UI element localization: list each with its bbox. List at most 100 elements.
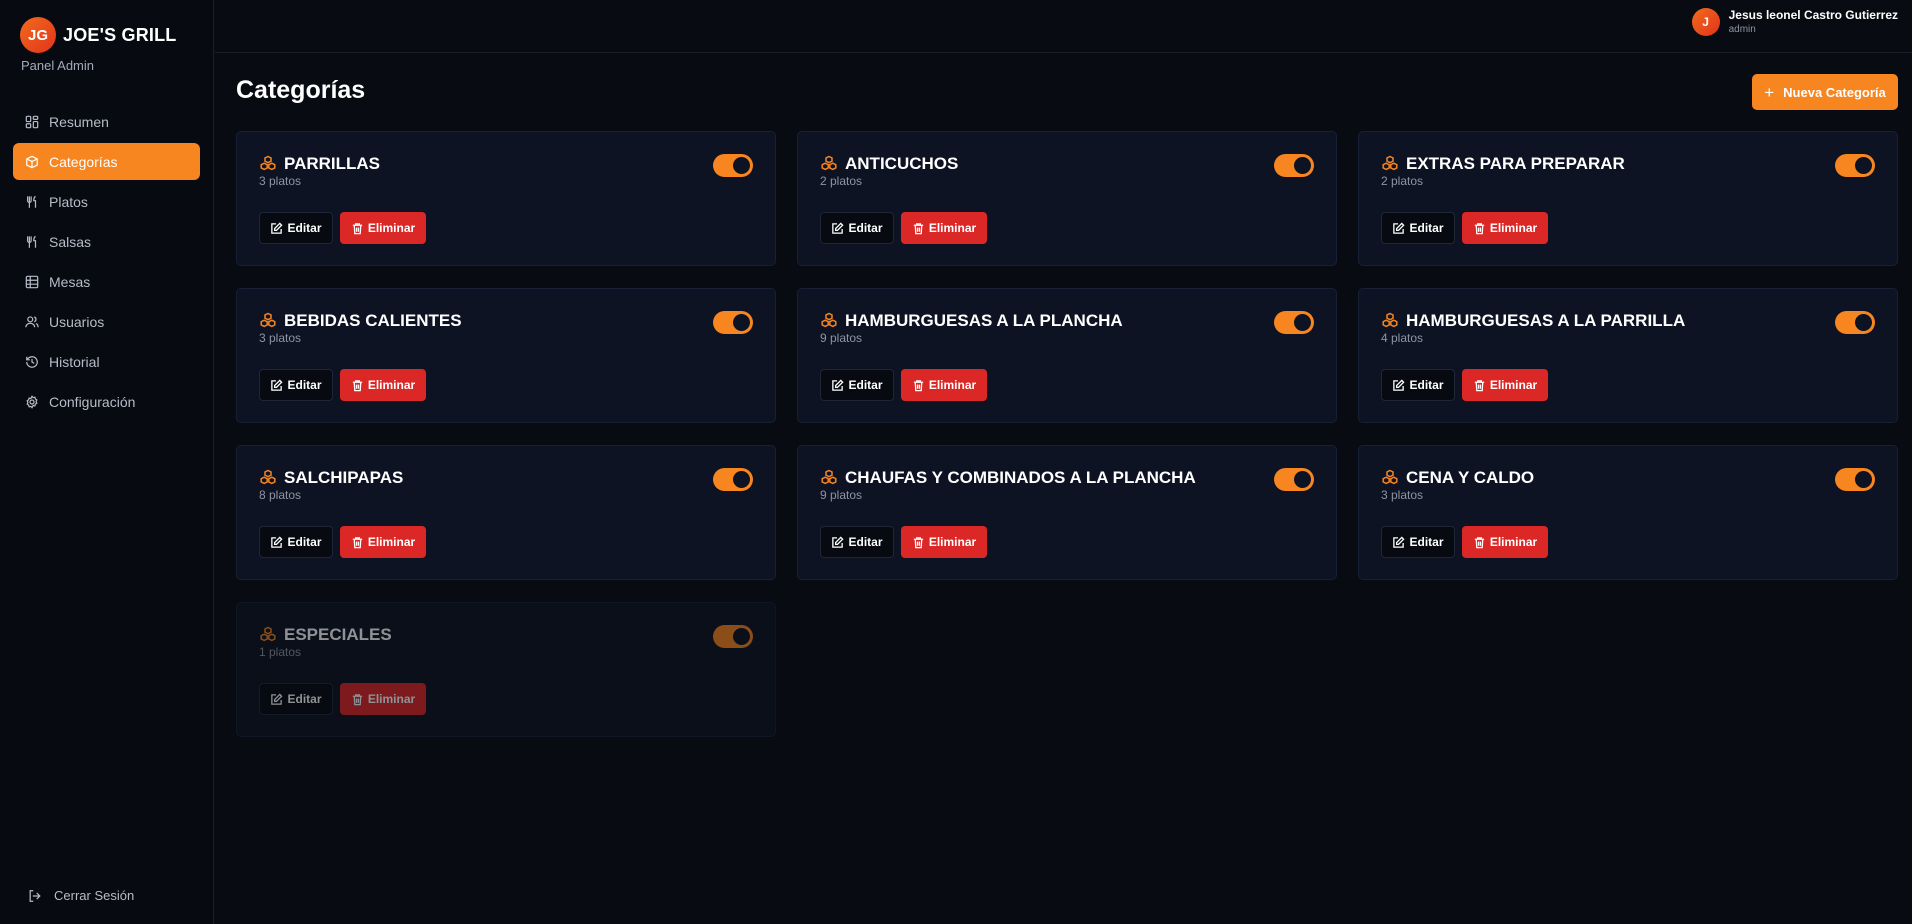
sidebar-item-label: Resumen bbox=[49, 113, 109, 130]
category-toggle[interactable] bbox=[1274, 468, 1314, 491]
sidebar-item-historial[interactable]: Historial bbox=[13, 343, 200, 380]
edit-icon bbox=[271, 535, 284, 548]
topbar: J Jesus leonel Castro Gutierrez admin bbox=[215, 0, 1912, 53]
card-header: EXTRAS PARA PREPARAR bbox=[1381, 154, 1625, 174]
sidebar-item-usuarios[interactable]: Usuarios bbox=[13, 303, 200, 340]
trash-icon bbox=[913, 379, 923, 391]
category-count: 9 platos bbox=[820, 331, 863, 345]
delete-button[interactable]: Eliminar bbox=[340, 683, 426, 715]
category-card: CENA Y CALDO 3 platos Editar Eliminar bbox=[1358, 445, 1898, 580]
plus-icon: + bbox=[1764, 82, 1775, 102]
category-name: EXTRAS PARA PREPARAR bbox=[1406, 154, 1625, 173]
card-header: CENA Y CALDO bbox=[1381, 468, 1534, 488]
edit-label: Editar bbox=[848, 378, 883, 392]
category-toggle[interactable] bbox=[1274, 311, 1314, 334]
delete-label: Eliminar bbox=[1489, 535, 1538, 549]
edit-label: Editar bbox=[848, 535, 883, 549]
sidebar-item-categorias[interactable]: Categorías bbox=[13, 143, 200, 180]
edit-icon bbox=[1393, 221, 1406, 234]
category-count: 3 platos bbox=[259, 174, 302, 188]
delete-button[interactable]: Eliminar bbox=[1462, 212, 1548, 244]
sidebar-item-label: Salsas bbox=[49, 233, 92, 250]
trash-icon bbox=[1474, 379, 1484, 391]
category-toggle[interactable] bbox=[1274, 154, 1314, 177]
edit-button[interactable]: Editar bbox=[820, 526, 894, 558]
delete-button[interactable]: Eliminar bbox=[340, 526, 426, 558]
edit-button[interactable]: Editar bbox=[259, 683, 333, 715]
category-card: HAMBURGUESAS A LA PLANCHA 9 platos Edita… bbox=[797, 288, 1337, 423]
edit-label: Editar bbox=[848, 221, 883, 235]
page-title: Categorías bbox=[236, 76, 366, 104]
sidebar-item-label: Categorías bbox=[49, 153, 118, 170]
sidebar-item-label: Usuarios bbox=[49, 313, 105, 330]
card-actions: Editar Eliminar bbox=[820, 369, 987, 401]
edit-button[interactable]: Editar bbox=[1381, 526, 1455, 558]
category-name: ESPECIALES bbox=[284, 625, 392, 644]
boxes-icon bbox=[821, 469, 837, 485]
delete-button[interactable]: Eliminar bbox=[1462, 369, 1548, 401]
edit-button[interactable]: Editar bbox=[259, 212, 333, 244]
boxes-icon bbox=[1382, 155, 1398, 171]
delete-button[interactable]: Eliminar bbox=[901, 526, 987, 558]
edit-button[interactable]: Editar bbox=[1381, 212, 1455, 244]
edit-button[interactable]: Editar bbox=[820, 369, 894, 401]
box-icon bbox=[25, 155, 39, 169]
card-actions: Editar Eliminar bbox=[1381, 212, 1548, 244]
card-actions: Editar Eliminar bbox=[259, 212, 426, 244]
trash-icon bbox=[1474, 222, 1484, 234]
edit-label: Editar bbox=[1409, 221, 1444, 235]
card-header: ESPECIALES bbox=[259, 625, 392, 645]
new-category-label: Nueva Categoría bbox=[1783, 84, 1886, 100]
edit-label: Editar bbox=[287, 221, 322, 235]
sidebar-item-configuracion[interactable]: Configuración bbox=[13, 383, 200, 420]
delete-button[interactable]: Eliminar bbox=[340, 369, 426, 401]
boxes-icon bbox=[260, 155, 276, 171]
category-toggle[interactable] bbox=[713, 154, 753, 177]
category-toggle[interactable] bbox=[713, 625, 753, 648]
delete-label: Eliminar bbox=[1489, 221, 1538, 235]
sidebar-item-platos[interactable]: Platos bbox=[13, 183, 200, 220]
user-menu[interactable]: J Jesus leonel Castro Gutierrez admin bbox=[1691, 8, 1898, 36]
edit-icon bbox=[271, 378, 284, 391]
brand[interactable]: JG JOE'S GRILL bbox=[20, 17, 177, 53]
sidebar-item-label: Configuración bbox=[49, 393, 136, 410]
category-count: 8 platos bbox=[259, 488, 302, 502]
utensils-icon bbox=[25, 235, 39, 249]
edit-button[interactable]: Editar bbox=[1381, 369, 1455, 401]
delete-button[interactable]: Eliminar bbox=[340, 212, 426, 244]
delete-label: Eliminar bbox=[367, 535, 416, 549]
category-toggle[interactable] bbox=[713, 468, 753, 491]
card-header: BEBIDAS CALIENTES bbox=[259, 311, 462, 331]
card-header: PARRILLAS bbox=[259, 154, 380, 174]
delete-label: Eliminar bbox=[1489, 378, 1538, 392]
edit-label: Editar bbox=[287, 378, 322, 392]
category-count: 2 platos bbox=[820, 174, 863, 188]
utensils-icon bbox=[25, 195, 39, 209]
edit-label: Editar bbox=[287, 535, 322, 549]
edit-button[interactable]: Editar bbox=[259, 526, 333, 558]
sidebar-item-resumen[interactable]: Resumen bbox=[13, 103, 200, 140]
category-toggle[interactable] bbox=[1835, 154, 1875, 177]
edit-button[interactable]: Editar bbox=[259, 369, 333, 401]
trash-icon bbox=[1474, 536, 1484, 548]
edit-icon bbox=[832, 221, 845, 234]
edit-button[interactable]: Editar bbox=[820, 212, 894, 244]
card-header: HAMBURGUESAS A LA PLANCHA bbox=[820, 311, 1123, 331]
sidebar-item-salsas[interactable]: Salsas bbox=[13, 223, 200, 260]
category-name: HAMBURGUESAS A LA PARRILLA bbox=[1406, 311, 1686, 330]
category-toggle[interactable] bbox=[1835, 311, 1875, 334]
category-count: 3 platos bbox=[259, 331, 302, 345]
category-name: SALCHIPAPAS bbox=[284, 468, 404, 487]
new-category-button[interactable]: + Nueva Categoría bbox=[1752, 74, 1898, 110]
category-toggle[interactable] bbox=[713, 311, 753, 334]
sidebar-item-mesas[interactable]: Mesas bbox=[13, 263, 200, 300]
delete-button[interactable]: Eliminar bbox=[901, 369, 987, 401]
sidebar-item-label: Platos bbox=[49, 193, 88, 210]
category-toggle[interactable] bbox=[1835, 468, 1875, 491]
delete-button[interactable]: Eliminar bbox=[1462, 526, 1548, 558]
card-actions: Editar Eliminar bbox=[820, 526, 987, 558]
card-actions: Editar Eliminar bbox=[1381, 526, 1548, 558]
delete-label: Eliminar bbox=[367, 378, 416, 392]
delete-button[interactable]: Eliminar bbox=[901, 212, 987, 244]
logout-button[interactable]: Cerrar Sesión bbox=[28, 888, 134, 903]
